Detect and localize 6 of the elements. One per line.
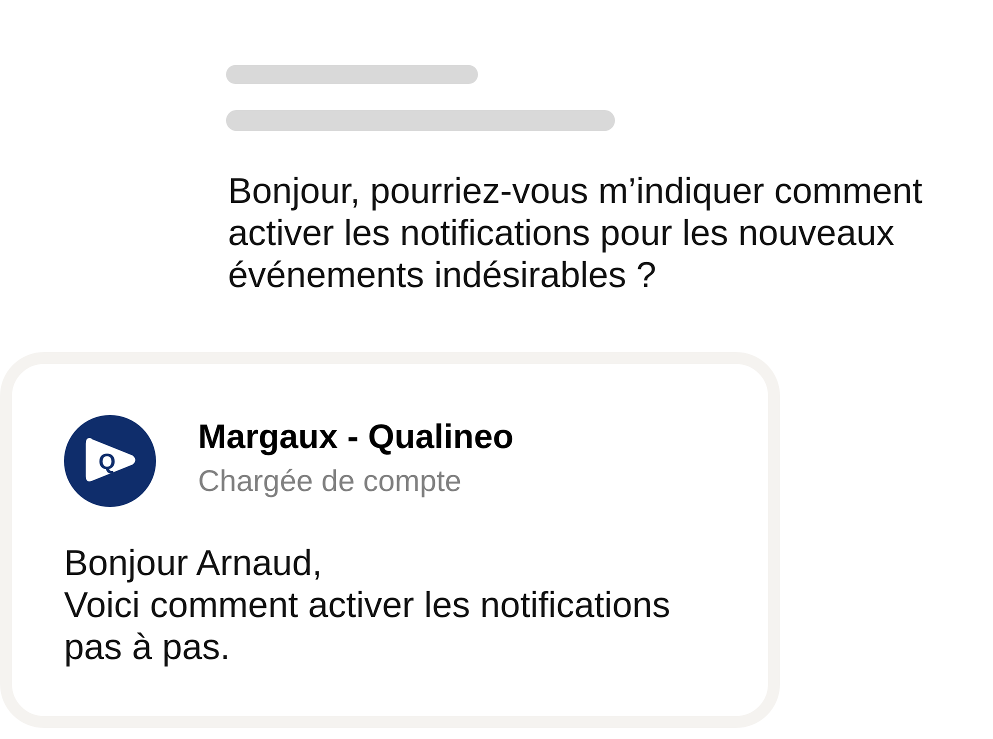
sender-name: Margaux - Qualineo xyxy=(198,417,514,457)
question-message: Bonjour, pourriez-vous m’indiquer comment activer les notifications pour les nouveaux événements indésirables ? xyxy=(228,170,924,296)
company-logo: Q xyxy=(64,415,156,507)
reply-message-line: Voici comment activer les notifications pas à pas. xyxy=(64,584,672,668)
sender-role: Chargée de compte xyxy=(198,466,462,498)
reply-message-line: Bonjour Arnaud, xyxy=(64,542,324,584)
